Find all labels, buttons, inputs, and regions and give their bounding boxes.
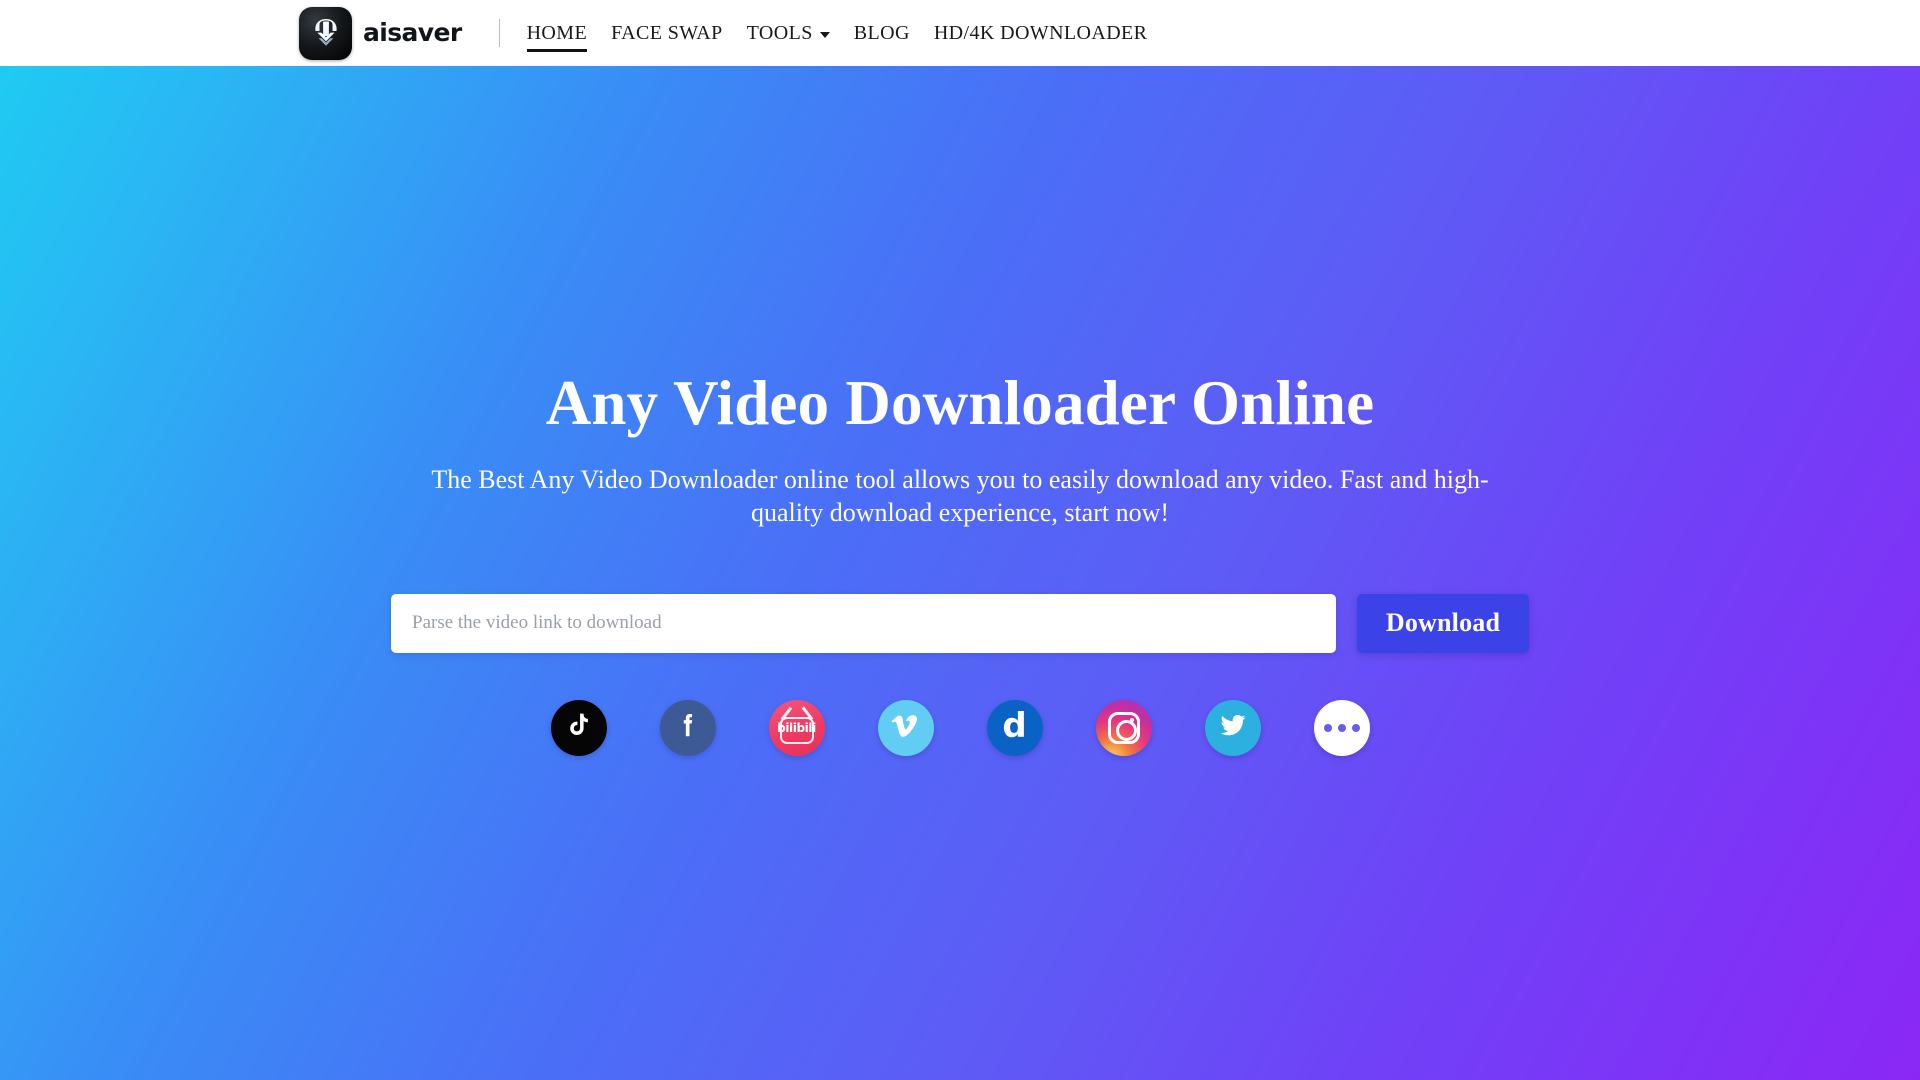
more-dots-icon [1323,723,1360,732]
platform-instagram[interactable] [1095,699,1152,756]
hero-subtitle: The Best Any Video Downloader online too… [431,465,1489,527]
nav-item-tools[interactable]: TOOLS [735,0,842,66]
dailymotion-icon: d [1002,706,1027,747]
nav-item-hd-4k-downloader[interactable]: HD/4K DOWNLOADER [922,0,1160,66]
hero-content: Any Video Downloader Online The Best Any… [0,66,1920,756]
nav-item-blog[interactable]: BLOG [842,0,922,66]
tiktok-icon [564,711,593,745]
twitter-icon [1218,710,1248,745]
platform-dailymotion[interactable]: d [986,699,1043,756]
video-link-input[interactable] [391,593,1336,653]
site-header: aisaver HOME FACE SWAP TOOLS BLOG HD/4K … [0,0,1920,66]
platform-tiktok[interactable] [550,699,607,756]
platform-vimeo[interactable] [877,699,934,756]
vimeo-icon [891,710,921,745]
download-button[interactable]: Download [1357,593,1529,653]
nav-label-blog: BLOG [853,21,910,44]
nav-item-home[interactable]: HOME [515,0,600,66]
bilibili-wordmark: bilibili [777,720,816,735]
facebook-icon [673,710,703,745]
instagram-icon [1107,711,1140,744]
platform-bilibili[interactable]: bilibili [768,699,825,756]
main-nav: HOME FACE SWAP TOOLS BLOG HD/4K DOWNLOAD… [515,0,1160,66]
nav-label-tools: TOOLS [746,21,813,44]
page-title: Any Video Downloader Online [545,368,1375,438]
download-form: Download [391,593,1529,653]
hero-section: Any Video Downloader Online The Best Any… [0,66,1920,1080]
nav-item-face-swap[interactable]: FACE SWAP [599,0,735,66]
nav-label-face-swap: FACE SWAP [611,21,723,44]
platform-more[interactable] [1313,699,1370,756]
nav-label-hd-4k-downloader: HD/4K DOWNLOADER [933,21,1148,44]
platform-twitter[interactable] [1204,699,1261,756]
chevron-down-icon [819,31,830,38]
brand-name: aisaver [363,17,462,47]
download-arrow-logo-icon [299,6,352,60]
header-divider [498,19,500,47]
header-inner: aisaver HOME FACE SWAP TOOLS BLOG HD/4K … [0,0,1159,66]
platform-facebook[interactable] [659,699,716,756]
nav-label-home: HOME [526,21,588,44]
supported-platforms: bilibili d [550,699,1370,756]
brand-logo-link[interactable]: aisaver [299,6,462,60]
